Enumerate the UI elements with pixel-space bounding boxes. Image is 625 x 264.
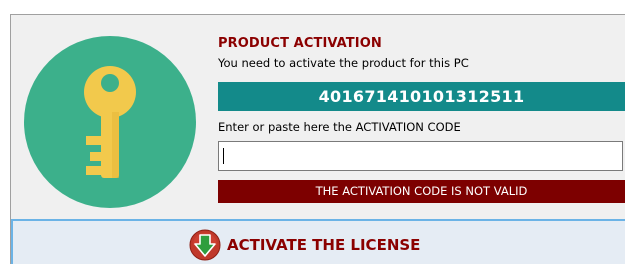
text-caret: [223, 148, 224, 164]
activation-window: PRODUCT ACTIVATION You need to activate …: [0, 0, 625, 264]
subtitle: You need to activate the product for thi…: [218, 56, 469, 70]
activate-license-button[interactable]: ACTIVATE THE LICENSE: [11, 219, 625, 264]
window-left-margin: [0, 0, 10, 264]
error-message: THE ACTIVATION CODE IS NOT VALID: [218, 180, 625, 203]
download-arrow-icon: [189, 229, 221, 261]
activation-code-label: Enter or paste here the ACTIVATION CODE: [218, 120, 461, 134]
window-top-margin: [0, 0, 625, 14]
activation-code-input[interactable]: [218, 141, 623, 171]
window-frame-top-line: [10, 14, 625, 15]
page-title: PRODUCT ACTIVATION: [218, 36, 382, 51]
pc-code-display: 401671410101312511: [218, 82, 625, 111]
activate-button-content: ACTIVATE THE LICENSE: [189, 229, 420, 261]
key-icon: [24, 36, 196, 208]
activate-button-label: ACTIVATE THE LICENSE: [227, 236, 421, 254]
